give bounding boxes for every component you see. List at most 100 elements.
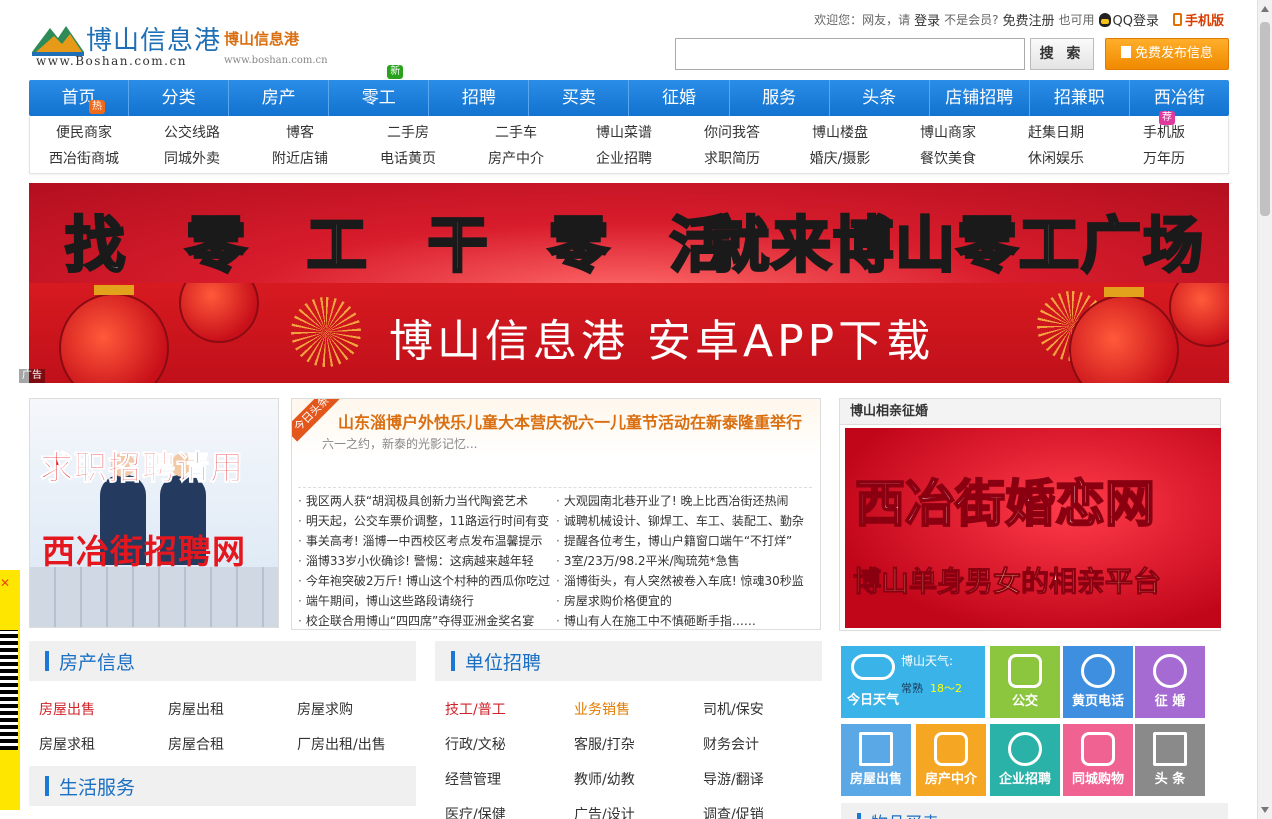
news-item[interactable]: 大观园南北巷开业了! 晚上比西冶街还热闹 (556, 491, 814, 511)
job-link[interactable]: 教师/幼教 (574, 769, 635, 789)
job-link[interactable]: 行政/文秘 (445, 734, 506, 754)
house-link[interactable]: 房屋求租 (39, 734, 95, 754)
scroll-up-arrow-icon[interactable] (1261, 6, 1269, 12)
subnav-link[interactable]: 餐饮美食 (894, 146, 1002, 172)
subnav-link[interactable]: 博山商家 (894, 120, 1002, 146)
subnav-link[interactable]: 公交线路 (138, 120, 246, 146)
news-item[interactable]: 校企联合用博山“四四席”夺得亚洲金奖名宴 (298, 611, 556, 629)
subnav-link[interactable]: 电话黄页 (354, 146, 462, 172)
job-link[interactable]: 财务会计 (703, 734, 759, 754)
marriage-ad-image[interactable]: 西冶街婚恋网 博山单身男女的相亲平台 (845, 428, 1221, 628)
job-link[interactable]: 技工/普工 (445, 699, 506, 719)
news-item[interactable]: 我区两人获“胡润极具创新力当代陶瓷艺术 (298, 491, 556, 511)
subnav-link[interactable]: 同城外卖 (138, 146, 246, 172)
nav-shop-recruit[interactable]: 店铺招聘 (928, 80, 1029, 116)
subnav-link[interactable]: 你问我答 (678, 120, 786, 146)
news-item[interactable]: 3室/23万/98.2平米/陶琉苑*急售 (556, 551, 814, 571)
news-item[interactable]: 端午期间，博山这些路段请绕行 (298, 591, 556, 611)
news-item[interactable]: 淄博33岁小伙确诊! 警惕：这病越来越年轻 (298, 551, 556, 571)
nav-service[interactable]: 服务 (728, 80, 829, 116)
job-link[interactable]: 广告/设计 (574, 804, 635, 819)
subnav-link[interactable]: 二手车 (462, 120, 570, 146)
nav-home[interactable]: 首页热 (29, 80, 128, 116)
page-scrollbar[interactable] (1257, 0, 1272, 819)
house-link[interactable]: 房屋求购 (297, 699, 353, 719)
job-link[interactable]: 客服/打杂 (574, 734, 635, 754)
shopping-tile[interactable]: 同城购物 (1063, 724, 1133, 796)
login-link[interactable]: 登录 (914, 10, 940, 29)
news-item[interactable]: 事关高考! 淄博一中西校区考点发布温馨提示 (298, 531, 556, 551)
nav-trade[interactable]: 买卖 (528, 80, 628, 116)
scroll-down-arrow-icon[interactable] (1261, 807, 1269, 813)
news-lists: 我区两人获“胡润极具创新力当代陶瓷艺术 明天起，公交车票价调整，11路运行时间有… (298, 491, 814, 629)
subnav-link[interactable]: 企业招聘 (570, 146, 678, 172)
subnav-link[interactable]: 赶集日期 (1002, 120, 1110, 146)
news-item[interactable]: 房屋求购价格便宜的 (556, 591, 814, 611)
headlines-tile[interactable]: 头 条 (1135, 724, 1205, 796)
job-link[interactable]: 医疗/保健 (445, 804, 506, 819)
nav-headlines[interactable]: 头条 (828, 80, 929, 116)
nav-marriage[interactable]: 征婚 (628, 80, 728, 116)
company-recruit-tile[interactable]: 企业招聘 (990, 724, 1060, 796)
job-link[interactable]: 导游/翻译 (703, 769, 764, 789)
scroll-thumb[interactable] (1260, 22, 1270, 216)
house-link[interactable]: 房屋出售 (39, 699, 95, 719)
hot-badge: 热 (89, 100, 105, 114)
subnav-link[interactable]: 求职简历 (678, 146, 786, 172)
marriage-panel-title[interactable]: 博山相亲征婚 (840, 399, 1220, 425)
job-link[interactable]: 业务销售 (574, 699, 630, 719)
qq-login-link[interactable]: QQ登录 (1098, 10, 1159, 29)
news-item[interactable]: 提醒各位考生，博山户籍窗口端午“不打烊” (556, 531, 814, 551)
news-item[interactable]: 淄博街头，有人突然被卷入车底! 惊魂30秒监 (556, 571, 814, 591)
subnav-link[interactable]: 婚庆/摄影 (786, 146, 894, 172)
site-logo[interactable]: 博山信息港 www.Boshan.com.cn (32, 18, 222, 70)
weather-tile[interactable]: 博山天气: 常熟 18～2 今日天气 (841, 646, 985, 718)
job-link[interactable]: 司机/保安 (703, 699, 764, 719)
subnav-link[interactable]: 休闲娱乐 (1002, 146, 1110, 172)
nav-house[interactable]: 房产 (228, 80, 328, 116)
bus-tile[interactable]: 公交 (990, 646, 1060, 718)
house-link[interactable]: 房屋合租 (168, 734, 224, 754)
goods-section-title[interactable]: 物品买卖 (871, 809, 939, 819)
job-link[interactable]: 经营管理 (445, 769, 501, 789)
yellow-pages-tile[interactable]: 黄页电话 (1063, 646, 1133, 718)
house-link[interactable]: 房屋出租 (168, 699, 224, 719)
house-section-title[interactable]: 房产信息 (59, 648, 135, 675)
app-download-banner[interactable]: 博山信息港 安卓APP下载 (29, 283, 1229, 383)
subnav-link[interactable]: 博客 (246, 120, 354, 146)
nav-xiyejie[interactable]: 西冶街 (1128, 80, 1229, 116)
subnav-link[interactable]: 房产中介 (462, 146, 570, 172)
subnav-link[interactable]: 附近店铺 (246, 146, 354, 172)
news-item[interactable]: 诚聘机械设计、铆焊工、车工、装配工、勤杂 (556, 511, 814, 531)
subnav-link[interactable]: 博山楼盘 (786, 120, 894, 146)
house-link[interactable]: 厂房出租/出售 (297, 734, 386, 754)
floating-qr-ad[interactable]: ✕ (0, 570, 20, 810)
nav-part-time[interactable]: 招兼职 (1028, 80, 1129, 116)
news-item[interactable]: 博山有人在施工中不慎砸断手指…… (556, 611, 814, 629)
nav-odd-jobs[interactable]: 零工 新 (328, 65, 428, 116)
news-item[interactable]: 明天起，公交车票价调整，11路运行时间有变 (298, 511, 556, 531)
agency-tile[interactable]: 房产中介 (916, 724, 986, 796)
search-input[interactable] (675, 38, 1025, 70)
life-section-title[interactable]: 生活服务 (59, 773, 135, 800)
nav-category[interactable]: 分类 (128, 80, 228, 116)
mobile-version-link[interactable]: 手机版 (1172, 10, 1224, 29)
jobs-section-title[interactable]: 单位招聘 (465, 648, 541, 675)
odd-jobs-banner[interactable]: 找 零 工 干 零 活 就来博山零工广场 (29, 183, 1229, 283)
subnav-link[interactable]: 便民商家 (30, 120, 138, 146)
job-link[interactable]: 调查/促销 (703, 804, 764, 819)
job-ad-image[interactable]: 求职招聘请用 西冶街招聘网 (29, 398, 279, 628)
subnav-link[interactable]: 西冶街商城 (30, 146, 138, 172)
news-item[interactable]: 今年袍突破2万斤! 博山这个村种的西瓜你吃过 (298, 571, 556, 591)
headline-link[interactable]: 山东淄博户外快乐儿童大本营庆祝六一儿童节活动在新泰隆重举行 (338, 409, 802, 433)
marriage-tile[interactable]: 征 婚 (1135, 646, 1205, 718)
house-sale-tile[interactable]: 房屋出售 (841, 724, 911, 796)
search-button[interactable]: 搜 索 (1030, 38, 1094, 70)
subnav-link[interactable]: 博山菜谱 (570, 120, 678, 146)
nav-recruit[interactable]: 招聘 (428, 80, 528, 116)
publish-info-button[interactable]: 免费发布信息 (1105, 38, 1229, 70)
subnav-link[interactable]: 二手房 (354, 120, 462, 146)
subnav-link[interactable]: 万年历 (1110, 146, 1218, 172)
close-icon[interactable]: ✕ (0, 576, 10, 590)
register-link[interactable]: 免费注册 (1002, 10, 1054, 29)
